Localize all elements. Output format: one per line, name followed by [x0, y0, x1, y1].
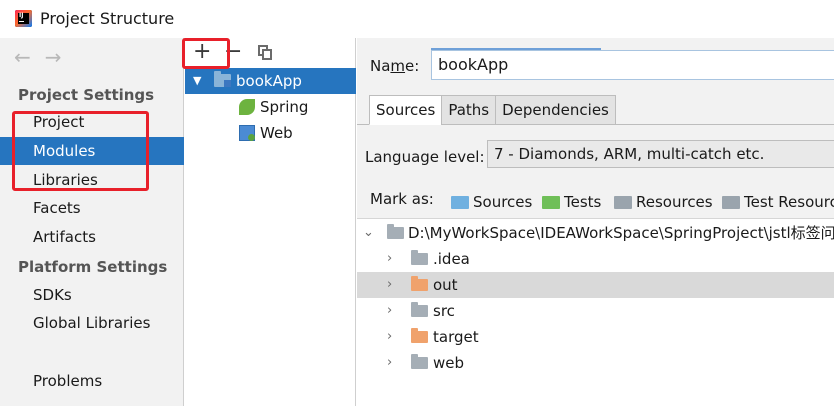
language-level-label: Language level:	[365, 148, 485, 166]
folder-row-target[interactable]: › target	[357, 324, 834, 350]
intellij-idea-icon: IJ	[15, 10, 32, 27]
folder-row-web[interactable]: › web	[357, 350, 834, 376]
chevron-right-icon[interactable]: ›	[387, 272, 392, 298]
content-root-tree: ⌄ D:\MyWorkSpace\IDEAWorkSpace\SpringPro…	[357, 218, 834, 406]
forward-arrow-icon[interactable]: →	[45, 47, 62, 69]
tab-sources[interactable]: Sources	[369, 95, 443, 125]
module-name: bookApp	[236, 72, 302, 90]
chevron-down-icon[interactable]: ⌄	[363, 220, 374, 246]
facet-row-web[interactable]: Web	[185, 120, 356, 146]
folder-icon	[411, 250, 428, 265]
sidebar-item-libraries[interactable]: Libraries	[0, 166, 184, 194]
mark-as-label: Mark as:	[370, 190, 434, 208]
navigation-arrows: ← →	[14, 47, 62, 69]
platform-settings-heading: Platform Settings	[18, 258, 168, 276]
chevron-down-icon[interactable]: ▼	[193, 68, 201, 94]
folder-label: out	[433, 276, 458, 294]
test-resources-folder-icon	[722, 196, 740, 209]
sidebar-item-artifacts[interactable]: Artifacts	[0, 223, 184, 251]
tab-paths[interactable]: Paths	[441, 95, 497, 125]
chevron-right-icon[interactable]: ›	[387, 350, 392, 376]
chevron-right-icon[interactable]: ›	[387, 298, 392, 324]
remove-module-button[interactable]: −	[224, 40, 242, 64]
details-tabs: Sources Paths Dependencies	[369, 95, 616, 125]
title-bar: IJ Project Structure	[0, 0, 834, 38]
facet-label: Web	[260, 124, 293, 142]
copy-icon[interactable]	[258, 45, 272, 60]
folder-row-src[interactable]: › src	[357, 298, 834, 324]
sidebar-item-modules[interactable]: Modules	[0, 137, 184, 165]
tab-dependencies[interactable]: Dependencies	[495, 95, 616, 125]
module-tree-root[interactable]: ▼ bookApp	[185, 68, 356, 94]
sidebar-item-project[interactable]: Project	[0, 108, 184, 136]
facet-row-spring[interactable]: Spring	[185, 94, 356, 120]
language-level-select[interactable]: 7 - Diamonds, ARM, multi-catch etc.	[487, 140, 834, 168]
name-label: Name:	[370, 57, 420, 75]
chevron-right-icon[interactable]: ›	[387, 246, 392, 272]
window-title: Project Structure	[40, 9, 175, 28]
spring-icon	[239, 99, 255, 115]
module-toolbar: + −	[185, 38, 356, 68]
excluded-folder-icon	[411, 328, 428, 343]
folder-label: .idea	[433, 250, 470, 268]
content-root-row[interactable]: ⌄ D:\MyWorkSpace\IDEAWorkSpace\SpringPro…	[357, 220, 834, 246]
module-details-panel: Name: bookApp Sources Paths Dependencies…	[357, 38, 834, 406]
sidebar-item-sdks[interactable]: SDKs	[0, 281, 184, 309]
module-tree-panel: + − ▼ bookApp Spring Web	[185, 38, 356, 406]
sidebar-item-facets[interactable]: Facets	[0, 194, 184, 222]
sources-folder-icon	[451, 196, 469, 209]
module-folder-icon	[214, 71, 231, 87]
excluded-folder-icon	[411, 276, 428, 291]
settings-sidebar: ← → Project Settings Project Modules Lib…	[0, 38, 184, 406]
sidebar-item-global-libraries[interactable]: Global Libraries	[0, 309, 184, 337]
add-module-button[interactable]: +	[193, 40, 211, 64]
folder-label: target	[433, 328, 479, 346]
facet-label: Spring	[260, 98, 309, 116]
project-settings-heading: Project Settings	[18, 86, 155, 104]
content-root-path: D:\MyWorkSpace\IDEAWorkSpace\SpringProje…	[408, 224, 834, 242]
folder-icon	[411, 354, 428, 369]
module-name-field[interactable]: bookApp	[431, 50, 834, 80]
folder-icon	[387, 224, 404, 239]
sidebar-item-problems[interactable]: Problems	[0, 367, 184, 395]
folder-icon	[411, 302, 428, 317]
chevron-right-icon[interactable]: ›	[387, 324, 392, 350]
folder-row-out[interactable]: › out	[357, 272, 834, 298]
resources-folder-icon	[614, 196, 632, 209]
tests-folder-icon	[542, 196, 560, 209]
folder-row-idea[interactable]: › .idea	[357, 246, 834, 272]
folder-label: src	[433, 302, 455, 320]
back-arrow-icon[interactable]: ←	[14, 47, 31, 69]
web-icon	[239, 125, 255, 141]
folder-label: web	[433, 354, 465, 372]
